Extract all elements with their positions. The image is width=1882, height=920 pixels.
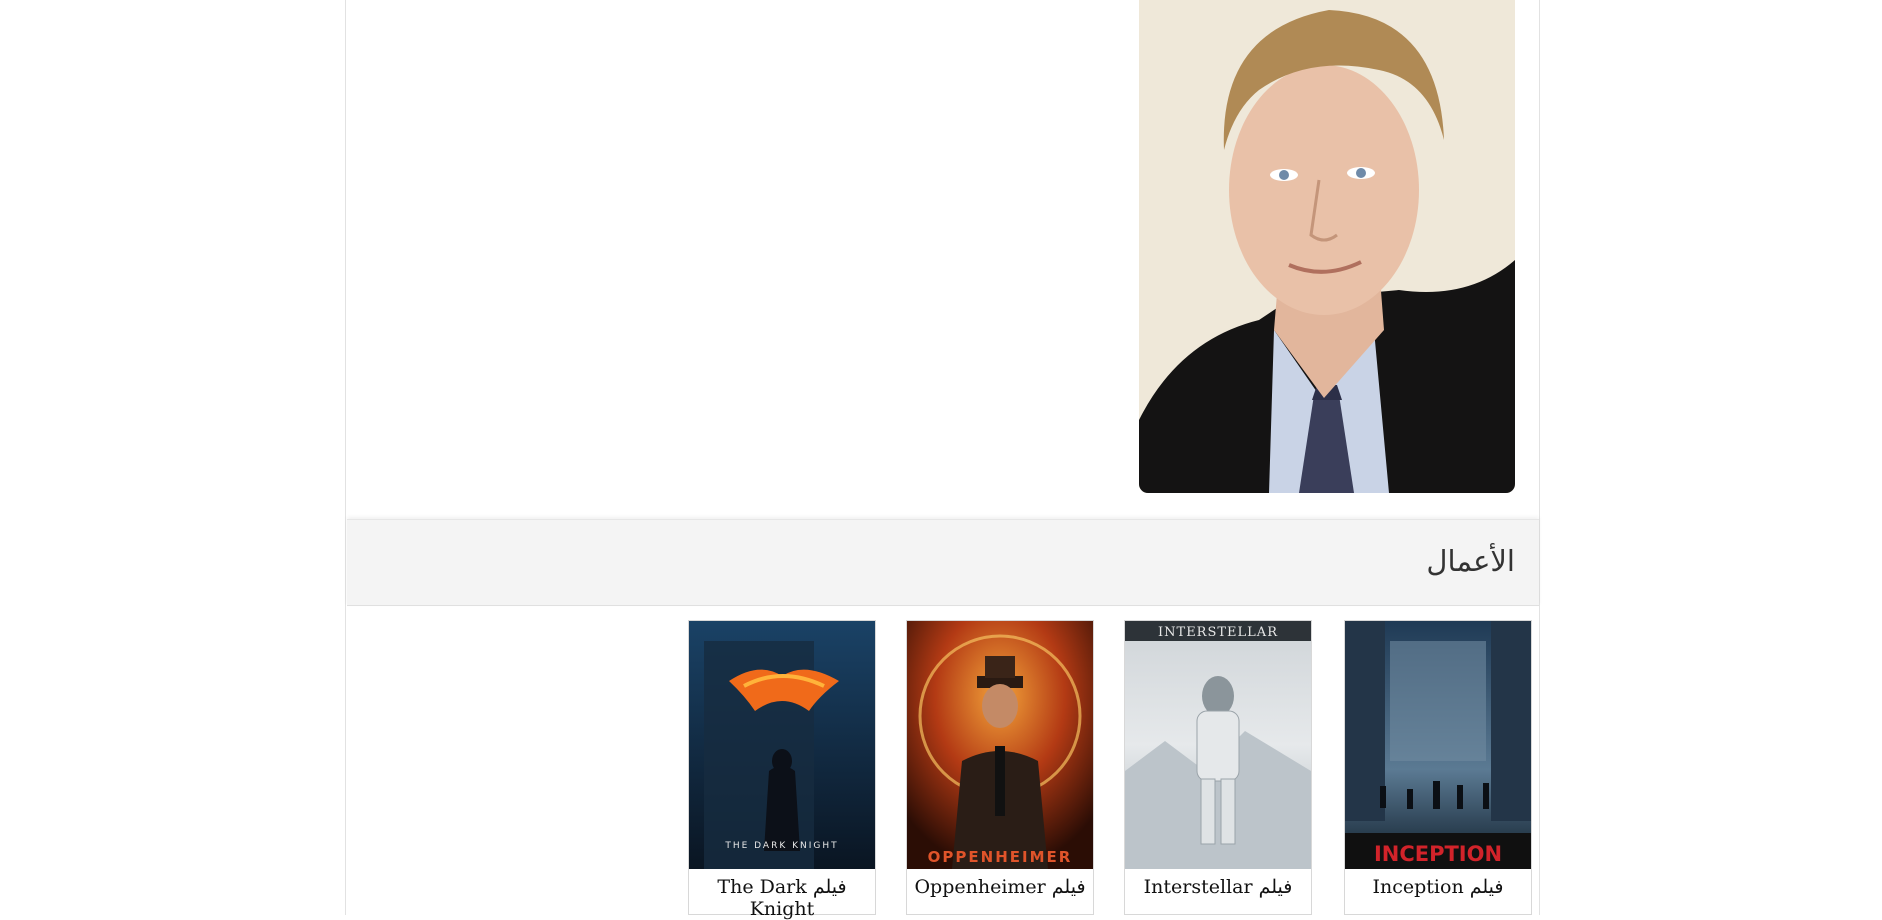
work-card-oppenheimer[interactable]: OPPENHEIMER فيلم Oppenheimer [906, 620, 1094, 915]
work-card-inception[interactable]: INCEPTION فيلم Inception [1344, 620, 1532, 915]
works-grid: INCEPTION فيلم Inception INTERSTELLAR في… [346, 620, 1541, 920]
poster-oppenheimer[interactable]: OPPENHEIMER [907, 621, 1093, 869]
poster-title-the-dark-knight: THE DARK KNIGHT [724, 841, 838, 851]
poster-inception[interactable]: INCEPTION [1345, 621, 1531, 869]
work-caption[interactable]: فيلم The Dark Knight [689, 876, 875, 920]
page-container: الأعمال INCEPTION فيلم Inception INTERST… [345, 0, 1541, 920]
works-section-header: الأعمال [347, 519, 1539, 606]
person-portrait [1139, 0, 1515, 493]
poster-title-interstellar: INTERSTELLAR [1158, 625, 1278, 640]
work-caption[interactable]: فيلم Inception [1345, 876, 1531, 898]
work-caption[interactable]: فيلم Oppenheimer [907, 876, 1093, 898]
work-caption[interactable]: فيلم Interstellar [1125, 876, 1311, 898]
works-section-title: الأعمال [1426, 544, 1515, 578]
poster-interstellar[interactable]: INTERSTELLAR [1125, 621, 1311, 869]
poster-the-dark-knight[interactable]: THE DARK KNIGHT [689, 621, 875, 869]
work-card-the-dark-knight[interactable]: THE DARK KNIGHT فيلم The Dark Knight [688, 620, 876, 920]
work-card-interstellar[interactable]: INTERSTELLAR فيلم Interstellar [1124, 620, 1312, 915]
poster-title-oppenheimer: OPPENHEIMER [928, 848, 1073, 866]
poster-title-inception: INCEPTION [1374, 842, 1502, 866]
